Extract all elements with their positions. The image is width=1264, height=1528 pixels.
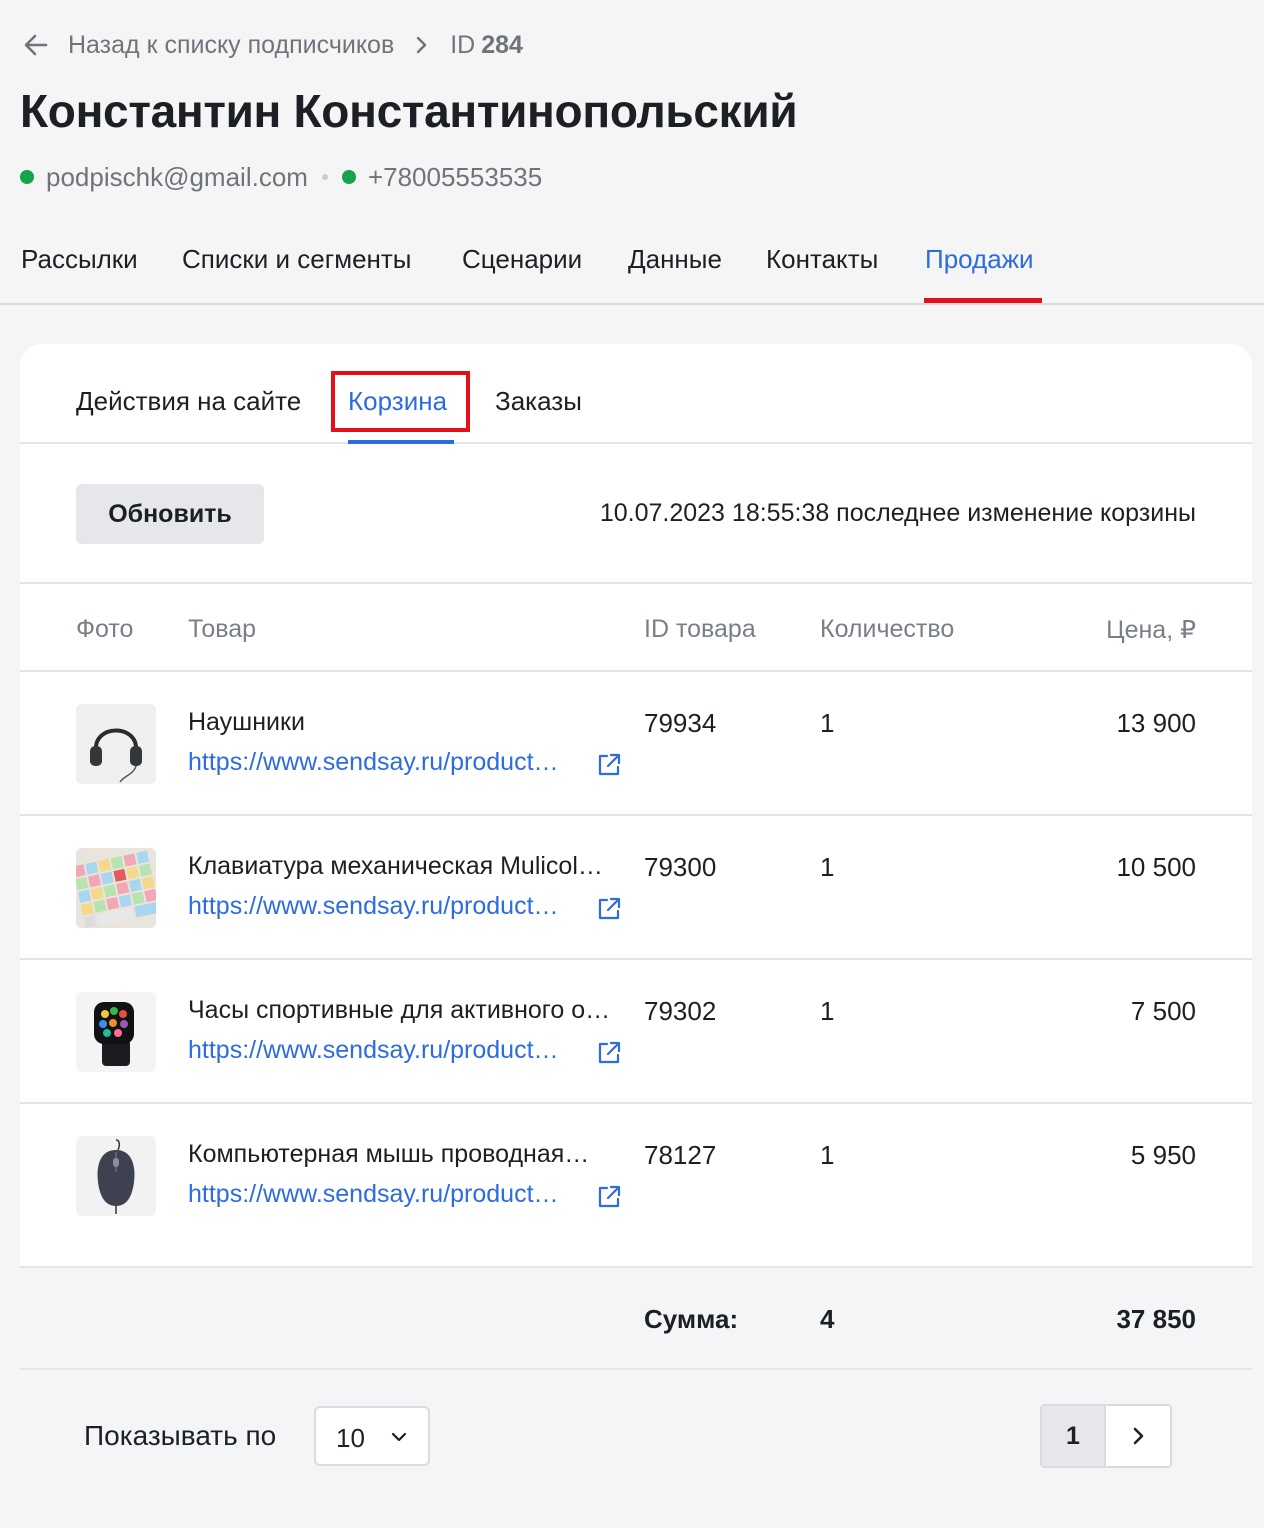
product-name: Часы спортивные для активного о… xyxy=(188,996,611,1024)
summary-price: 37 850 xyxy=(1116,1304,1196,1334)
cart-toolbar: Обновить 10.07.2023 18:55:38 последнее и… xyxy=(20,444,1252,584)
header-product-id: ID товара xyxy=(644,615,756,643)
product-quantity: 1 xyxy=(820,852,835,882)
tab-sales[interactable]: Продажи xyxy=(925,244,1034,275)
product-quantity: 1 xyxy=(820,996,835,1026)
subscriber-email: podpischk@gmail.com xyxy=(46,161,308,192)
product-price: 10 500 xyxy=(1116,852,1196,882)
page-size-value: 10 xyxy=(336,1423,365,1453)
arrow-left-icon[interactable] xyxy=(22,30,52,60)
product-id: 79300 xyxy=(644,852,717,882)
product-price: 13 900 xyxy=(1116,708,1196,738)
product-image-smartwatch xyxy=(76,992,156,1072)
page-button-current[interactable]: 1 xyxy=(1042,1406,1106,1466)
active-tab-indicator xyxy=(924,298,1042,303)
product-name: Наушники xyxy=(188,708,305,736)
subscriber-phone: +78005553535 xyxy=(367,161,543,192)
page-size-select[interactable]: 10 xyxy=(314,1406,430,1466)
product-price: 7 500 xyxy=(1130,996,1196,1026)
page-title: Константин Константинопольский xyxy=(20,85,798,137)
product-name: Клавиатура механическая Mulicol… xyxy=(188,852,603,880)
external-link-icon[interactable] xyxy=(596,1184,622,1210)
chevron-right-icon xyxy=(1133,1427,1144,1445)
email-status-dot xyxy=(20,170,34,184)
product-image-headphones xyxy=(76,704,156,784)
table-row: Клавиатура механическая Mulicol… https:/… xyxy=(20,816,1252,960)
last-change-text: 10.07.2023 18:55:38 последнее изменение … xyxy=(599,499,1196,527)
breadcrumb-id-prefix: ID xyxy=(450,30,476,59)
product-image-keyboard xyxy=(76,848,156,928)
chevron-right-icon xyxy=(412,34,434,56)
separator-dot xyxy=(321,174,328,180)
product-id: 79934 xyxy=(644,708,717,738)
product-link[interactable]: https://www.sendsay.ru/product… xyxy=(188,1036,588,1065)
product-price: 5 950 xyxy=(1130,1140,1196,1170)
product-quantity: 1 xyxy=(820,708,835,738)
tab-contacts[interactable]: Контакты xyxy=(766,244,878,275)
page-size-label: Показывать по xyxy=(84,1420,277,1451)
summary-label: Сумма: xyxy=(644,1304,739,1334)
product-id: 79302 xyxy=(644,996,717,1026)
product-link[interactable]: https://www.sendsay.ru/product… xyxy=(188,748,588,777)
phone-status-dot xyxy=(341,170,356,184)
product-id: 78127 xyxy=(644,1140,717,1170)
product-link[interactable]: https://www.sendsay.ru/product… xyxy=(188,1180,588,1209)
product-image-mouse xyxy=(76,1136,156,1216)
table-row: Наушники https://www.sendsay.ru/product…… xyxy=(20,672,1252,816)
breadcrumb-id-value: 284 xyxy=(481,30,523,59)
next-page-button[interactable] xyxy=(1106,1406,1170,1466)
refresh-button[interactable]: Обновить xyxy=(76,484,264,544)
tab-mailings[interactable]: Рассылки xyxy=(21,244,138,275)
product-link[interactable]: https://www.sendsay.ru/product… xyxy=(188,892,588,921)
main-tabs: Рассылки Списки и сегменты Сценарии Данн… xyxy=(0,232,1264,305)
table-summary: Сумма: 4 37 850 xyxy=(20,1266,1252,1370)
header-product: Товар xyxy=(188,615,257,643)
product-quantity: 1 xyxy=(820,1140,835,1170)
header-photo: Фото xyxy=(76,615,134,643)
table-row: Компьютерная мышь проводная… https://www… xyxy=(20,1104,1252,1248)
table-header: Фото Товар ID товара Количество Цена, ₽ xyxy=(20,584,1252,672)
external-link-icon[interactable] xyxy=(596,896,622,922)
sub-tabs: Действия на сайте Корзина Заказы xyxy=(20,344,1252,444)
tab-site-actions[interactable]: Действия на сайте xyxy=(76,386,301,417)
header-price: Цена, ₽ xyxy=(1106,616,1196,644)
contact-info: podpischk@gmail.com +78005553535 xyxy=(20,160,542,194)
external-link-icon[interactable] xyxy=(596,1040,622,1066)
tab-scenarios[interactable]: Сценарии xyxy=(462,244,582,275)
breadcrumb: Назад к списку подписчиков ID 284 xyxy=(22,26,523,64)
table-row: Часы спортивные для активного о… https:/… xyxy=(20,960,1252,1104)
back-to-list-link[interactable]: Назад к списку подписчиков xyxy=(68,31,394,60)
tab-data[interactable]: Данные xyxy=(628,244,722,275)
chevron-down-icon xyxy=(388,1426,410,1448)
summary-quantity: 4 xyxy=(820,1304,835,1334)
pager: 1 xyxy=(1040,1404,1172,1468)
external-link-icon[interactable] xyxy=(596,752,622,778)
highlight-box xyxy=(331,371,470,432)
tab-lists-segments[interactable]: Списки и сегменты xyxy=(182,244,411,275)
cart-card: Действия на сайте Корзина Заказы Обновит… xyxy=(20,344,1252,1507)
product-name: Компьютерная мышь проводная… xyxy=(188,1140,590,1168)
header-quantity: Количество xyxy=(820,615,955,643)
tab-orders[interactable]: Заказы xyxy=(495,386,582,417)
pagination-bar: Показывать по 10 1 xyxy=(20,1370,1252,1507)
